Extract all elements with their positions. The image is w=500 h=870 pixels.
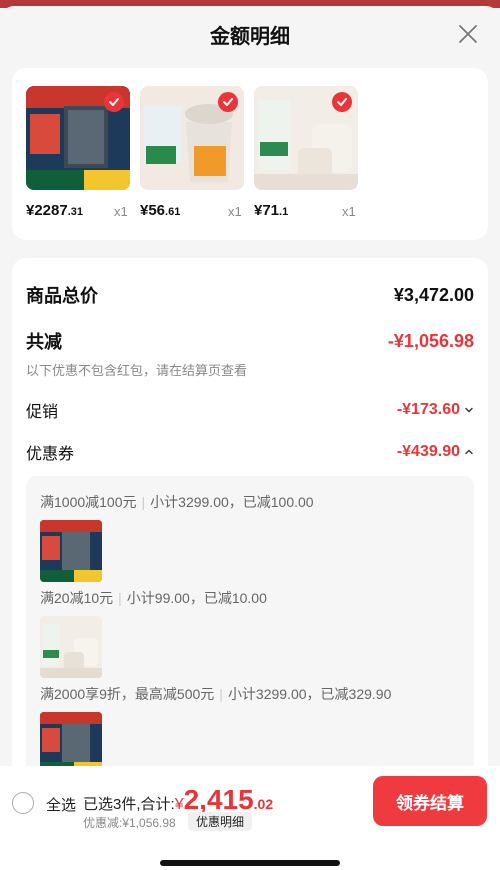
coupon-row[interactable]: 优惠券 -¥439.90 [26,440,474,464]
home-area [0,834,500,870]
product-thumbnail [254,86,358,190]
product-quantity: x1 [342,204,356,219]
checkout-button[interactable]: 领券结算 [373,776,487,826]
coupon-product-thumbnail [40,616,102,678]
discount-detail-link[interactable]: 优惠明细 [188,812,253,831]
coupon-product-thumbnail [40,712,102,774]
product-item[interactable]: ¥2287.31 x1 [26,86,136,219]
total-reduce-row: 共减 -¥1,056.98 [26,328,474,354]
sheet-header: 金额明细 [0,6,500,62]
select-all-label[interactable]: 全选 [46,794,76,815]
total-reduce-value: -¥1,056.98 [387,330,474,351]
coupon-rule-line: 满1000减100元 | 小计3299.00，已减100.00 [40,494,314,510]
coupon-rule-line: 满2000享9折，最高减500元 | 小计3299.00，已减329.90 [40,686,392,702]
discount-summary: 优惠减:¥1,056.98 [83,816,176,830]
total-price-label: 商品总价 [26,286,98,306]
selected-check-icon [332,92,352,112]
total-price-value: ¥3,472.00 [393,284,474,305]
coupon-label: 优惠券 [26,446,75,463]
chevron-down-icon [465,407,473,413]
chevron-up-icon [465,449,473,455]
promo-row[interactable]: 促销 -¥173.60 [26,398,474,422]
product-item[interactable]: ¥56.61 x1 [140,86,250,219]
close-icon[interactable] [456,22,480,46]
coupon-detail-panel: 满1000减100元 | 小计3299.00，已减100.00 满20减10元 | 小计… [26,476,474,776]
product-quantity: x1 [114,204,128,219]
home-indicator[interactable] [160,860,340,866]
amount-detail-sheet: 金额明细 ¥2287.31 x1 ¥56.61 x1 ¥71.1 x1 商品总价… [0,6,500,870]
coupon-product-thumbnail [40,520,102,582]
product-thumbnail [26,86,130,190]
total-reduce-label: 共减 [26,332,62,352]
product-thumbnail [140,86,244,190]
checkout-bar: 全选 已选3件,合计:¥2,415.02 优惠减:¥1,056.98 优惠明细 … [0,766,500,834]
product-quantity: x1 [228,204,242,219]
product-item[interactable]: ¥71.1 x1 [254,86,364,219]
page-title: 金额明细 [210,26,290,48]
select-all-radio[interactable] [12,792,34,814]
promo-value: -¥173.60 [397,401,474,419]
total-price-row: 商品总价 ¥3,472.00 [26,282,474,308]
selected-check-icon [104,92,124,112]
price-details-card: 商品总价 ¥3,472.00 共减 -¥1,056.98 以下优惠不包含红包，请… [12,258,488,818]
selected-check-icon [218,92,238,112]
coupon-value: -¥439.90 [397,443,474,461]
products-card: ¥2287.31 x1 ¥56.61 x1 ¥71.1 x1 [12,68,488,240]
discount-note: 以下优惠不包含红包，请在结算页查看 [26,363,248,378]
coupon-rule-line: 满20减10元 | 小计99.00，已减10.00 [40,590,267,606]
promo-label: 促销 [26,404,59,421]
